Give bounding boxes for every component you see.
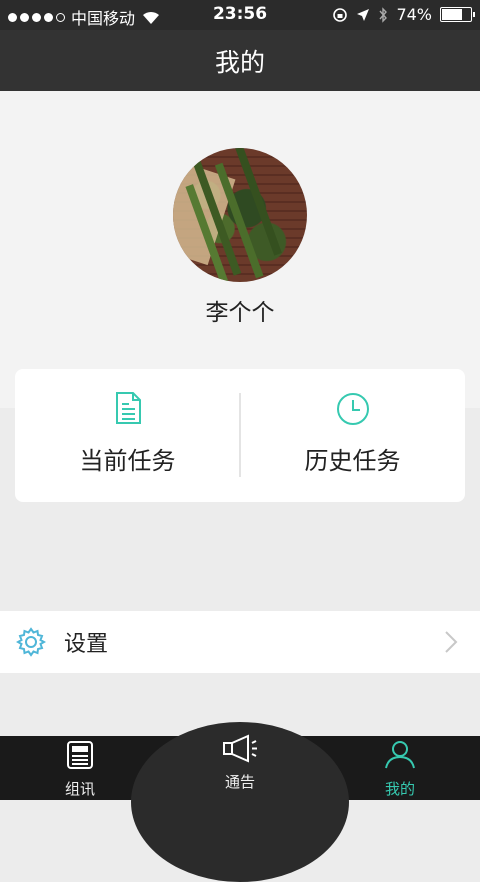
page-title: 我的 (214, 47, 265, 77)
newspaper-icon (67, 741, 93, 769)
task-card: 当前任务 历史任务 (15, 369, 465, 502)
document-icon (115, 392, 141, 424)
status-bar: 中国移动 23:56 74% (0, 0, 480, 30)
settings-label: 设置 (64, 632, 109, 657)
username: 李个个 (205, 300, 275, 326)
location-icon (357, 8, 370, 21)
profile-section: 李个个 (0, 91, 480, 408)
battery-icon (440, 7, 475, 22)
history-task-label: 历史任务 (304, 447, 401, 475)
current-task-label: 当前任务 (79, 447, 176, 475)
person-icon (385, 741, 415, 769)
tab-news-label: 组讯 (64, 780, 95, 798)
rotation-lock-icon (333, 7, 348, 22)
bluetooth-icon (379, 6, 388, 23)
tab-news[interactable]: 组讯 (40, 740, 120, 799)
gear-icon (16, 627, 46, 657)
tab-mine-label: 我的 (384, 780, 415, 798)
chevron-right-icon (445, 631, 458, 653)
avatar[interactable] (173, 148, 307, 282)
tab-announcement[interactable]: 通告 (200, 733, 280, 792)
tab-announcement-label: 通告 (224, 773, 255, 791)
megaphone-icon (223, 734, 257, 763)
settings-row[interactable]: 设置 (0, 611, 480, 673)
current-task-button[interactable]: 当前任务 (15, 369, 240, 502)
nav-bar: 我的 (0, 30, 480, 91)
clock-icon (336, 393, 369, 425)
status-right: 74% (332, 5, 475, 24)
history-task-button[interactable]: 历史任务 (240, 369, 465, 502)
tab-mine[interactable]: 我的 (360, 740, 440, 799)
battery-percent: 74% (396, 5, 432, 24)
